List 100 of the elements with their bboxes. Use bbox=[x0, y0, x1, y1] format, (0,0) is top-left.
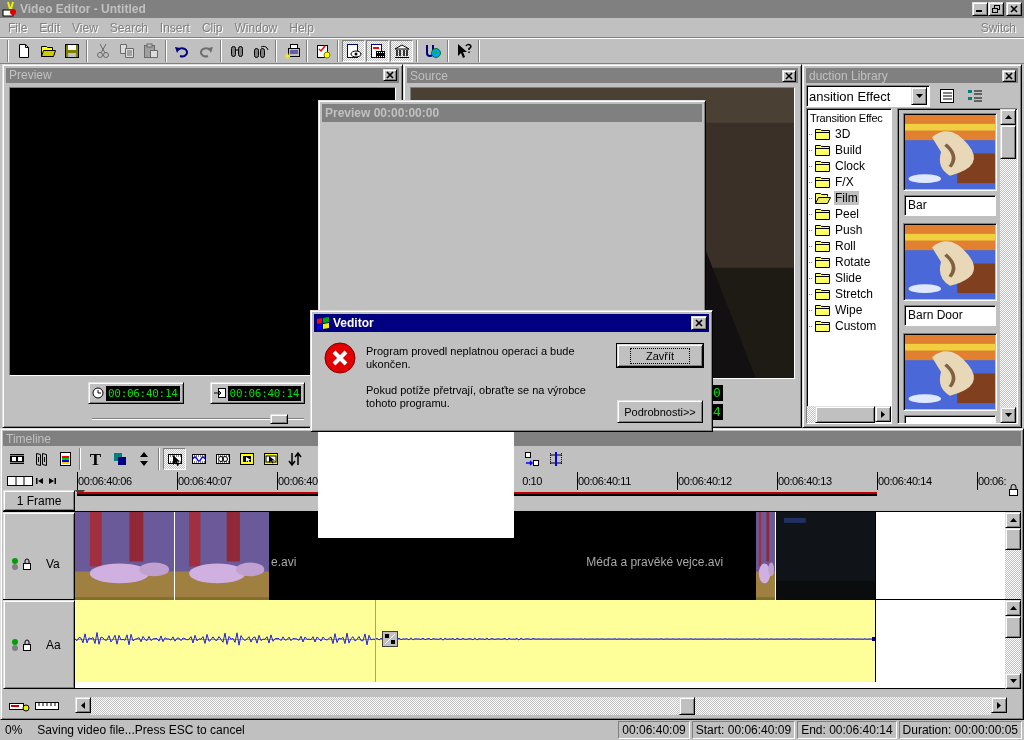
skip-forward-button[interactable] bbox=[47, 476, 57, 486]
scrollbar-track bbox=[807, 406, 815, 423]
tool-button[interactable]: T bbox=[84, 448, 107, 470]
tree-item[interactable]: Custom bbox=[809, 318, 891, 334]
scroll-left-button[interactable] bbox=[75, 697, 91, 713]
panel-title: duction Library bbox=[809, 68, 888, 83]
scroll-thumb[interactable] bbox=[1005, 616, 1021, 638]
status-field: End: 00:06:40:14 bbox=[797, 721, 897, 739]
status-field: 00:06:40:09 bbox=[618, 721, 690, 739]
tree-item[interactable]: Build bbox=[809, 142, 891, 158]
folder-icon bbox=[815, 222, 831, 238]
left-arrow-icon bbox=[81, 701, 85, 709]
close-button[interactable] bbox=[1006, 2, 1022, 16]
toolbar-button[interactable] bbox=[390, 39, 413, 62]
scroll-thumb[interactable] bbox=[1000, 125, 1016, 159]
folder-icon bbox=[815, 142, 831, 158]
film-loop-icon bbox=[214, 451, 231, 467]
tree-item[interactable]: Film bbox=[809, 190, 891, 206]
skip-back-button[interactable] bbox=[35, 476, 45, 486]
category-dropdown[interactable]: ansition Effect bbox=[806, 85, 930, 107]
ruler-label: 00:06: bbox=[978, 475, 1007, 487]
dialog-button[interactable]: Podrobnosti>> bbox=[617, 400, 703, 423]
tree-item[interactable]: Push bbox=[809, 222, 891, 238]
track-name: Aa bbox=[46, 637, 61, 652]
restore-button[interactable] bbox=[988, 2, 1004, 16]
folder-icon bbox=[815, 174, 831, 190]
panel-title: Preview bbox=[9, 68, 52, 83]
ruler-label: 00:06:40:06 bbox=[78, 475, 132, 487]
scroll-thumb[interactable] bbox=[679, 697, 695, 715]
tree-item[interactable]: Wipe bbox=[809, 302, 891, 318]
folder-icon bbox=[815, 126, 831, 142]
tree-item[interactable]: Roll bbox=[809, 238, 891, 254]
building-icon bbox=[393, 42, 410, 59]
scroll-down-button[interactable] bbox=[1005, 673, 1021, 689]
tree-item[interactable]: F/X bbox=[809, 174, 891, 190]
folder-icon bbox=[815, 158, 831, 174]
copy-icon bbox=[118, 42, 135, 59]
open-folder-icon bbox=[815, 190, 831, 206]
arrow-box-icon bbox=[213, 387, 226, 400]
folder-icon bbox=[815, 238, 831, 254]
scroll-up-button[interactable] bbox=[1005, 512, 1021, 528]
tool-button[interactable] bbox=[163, 448, 186, 470]
ruler-label: 00:06:40:07 bbox=[178, 475, 232, 487]
up-arrow-icon bbox=[1009, 606, 1017, 610]
close-button[interactable] bbox=[383, 69, 397, 82]
toolbar-button[interactable] bbox=[7, 475, 33, 487]
lock-icon bbox=[22, 558, 32, 570]
tree-item[interactable]: Clock bbox=[809, 158, 891, 174]
slider-track[interactable] bbox=[92, 414, 304, 424]
window-title: Video Editor - Untitled bbox=[20, 2, 147, 16]
ruler-label: 0:10 bbox=[521, 474, 542, 487]
tree-item[interactable]: Slide bbox=[809, 270, 891, 286]
lock-icon bbox=[1008, 484, 1019, 496]
up-arrow-icon bbox=[1009, 518, 1017, 522]
tree-item[interactable]: Peel bbox=[809, 206, 891, 222]
swap-arrows-icon bbox=[286, 451, 303, 467]
folder-icon bbox=[815, 206, 831, 222]
tree-item[interactable]: Stretch bbox=[809, 286, 891, 302]
toolbar-button[interactable] bbox=[366, 39, 389, 62]
scroll-thumb[interactable] bbox=[815, 406, 875, 423]
tree-item[interactable]: Rotate bbox=[809, 254, 891, 270]
scroll-right-button[interactable] bbox=[875, 406, 891, 422]
window-title: Preview 00:00:00:00 bbox=[322, 104, 702, 122]
dropdown-button[interactable] bbox=[911, 87, 927, 105]
overlay-icon bbox=[111, 451, 128, 467]
lock-icon bbox=[22, 638, 32, 651]
zoom-button[interactable]: 1 Frame bbox=[3, 490, 75, 511]
film-strip-icon bbox=[8, 451, 25, 467]
ruler-label: 00:06:40:14 bbox=[878, 475, 932, 487]
scroll-thumb[interactable] bbox=[1005, 528, 1021, 550]
scissors-icon bbox=[94, 42, 111, 59]
toolbar-button[interactable] bbox=[342, 39, 365, 62]
timecode-display: 00:06:40:14 bbox=[106, 385, 180, 401]
folder-icon bbox=[815, 270, 831, 286]
scroll-down-button[interactable] bbox=[1000, 407, 1016, 423]
clock-icon bbox=[92, 387, 104, 400]
right-arrow-icon bbox=[997, 701, 1001, 709]
split-arrow-icon bbox=[523, 451, 540, 467]
dialog-button[interactable]: Zavřít bbox=[617, 344, 703, 367]
clipboard-icon bbox=[142, 42, 159, 59]
eye-page-icon bbox=[345, 42, 362, 59]
film-page-icon bbox=[369, 42, 386, 59]
list-view-icon bbox=[939, 88, 955, 104]
tree-item[interactable]: 3D bbox=[809, 126, 891, 142]
close-button[interactable] bbox=[691, 316, 707, 330]
scroll-up-button[interactable] bbox=[1000, 109, 1016, 125]
status-light-icon bbox=[12, 638, 18, 651]
globe-icon bbox=[424, 42, 441, 59]
close-button[interactable] bbox=[1002, 69, 1016, 82]
right-arrow-icon bbox=[881, 410, 885, 418]
scroll-right-button[interactable] bbox=[991, 697, 1007, 713]
transition-icon bbox=[382, 631, 398, 647]
slider-thumb[interactable] bbox=[270, 414, 289, 425]
minimize-button[interactable] bbox=[972, 2, 988, 16]
tree-item[interactable]: Transition Effec bbox=[809, 110, 891, 126]
status-field: Duration: 00:00:00:05 bbox=[898, 721, 1022, 739]
up-arrow-icon bbox=[1004, 115, 1012, 119]
effect-label: Barn Door bbox=[904, 305, 996, 326]
close-button[interactable] bbox=[782, 69, 796, 82]
close-icon bbox=[386, 71, 394, 80]
